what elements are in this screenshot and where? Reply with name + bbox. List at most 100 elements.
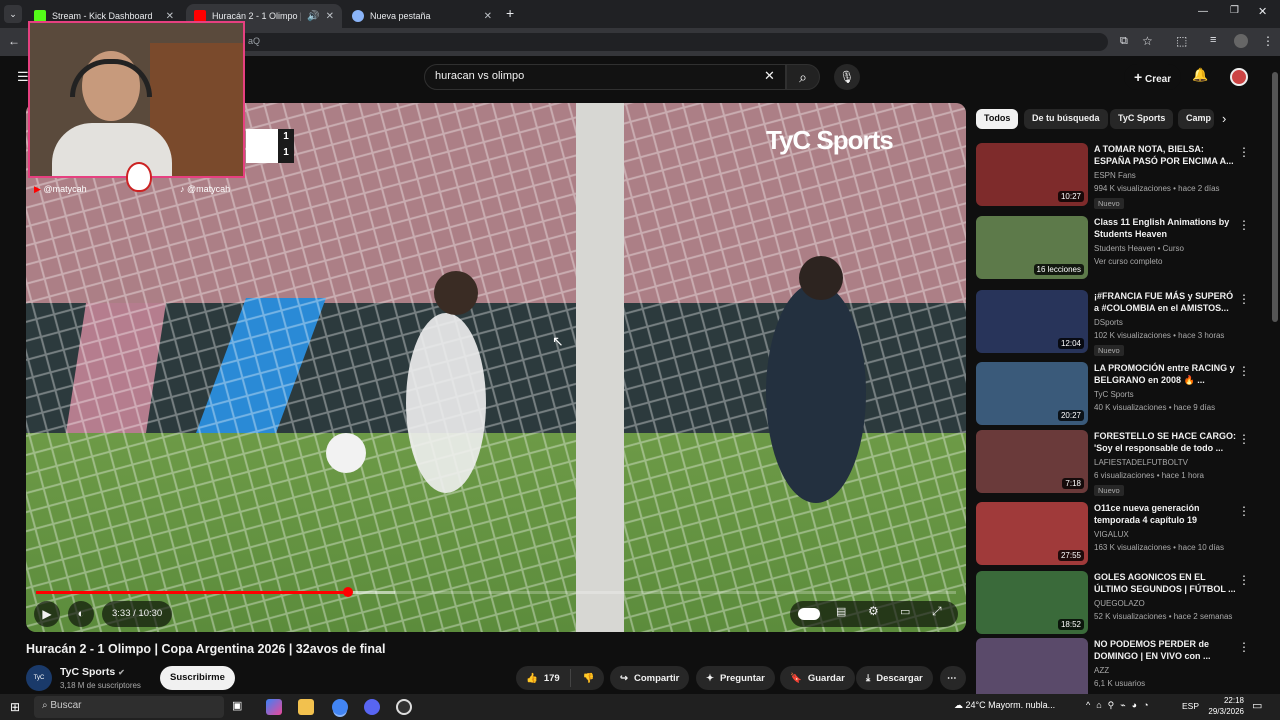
chip-todos[interactable]: Todos [976,109,1019,129]
video-thumbnail[interactable]: 7:18 [976,430,1088,493]
recommendation-channel[interactable]: TyC Sports [1094,390,1134,399]
volume-button[interactable]: ◐ [68,601,94,627]
back-icon[interactable]: ← [8,34,20,48]
search-input[interactable]: huracan vs olimpo [424,64,786,90]
taskbar-search-box[interactable]: ⌕ Buscar [34,696,224,718]
clear-search-icon[interactable]: ✕ [764,68,775,84]
close-icon[interactable]: ✕ [484,11,492,22]
download-button[interactable]: ⤓ Descargar [856,666,933,690]
chevron-right-icon[interactable]: › [1222,111,1226,126]
more-options-icon[interactable]: ⋮ [1238,640,1250,654]
save-button[interactable]: 🔖 Guardar [780,666,855,690]
video-thumbnail[interactable]: 12:04 [976,290,1088,353]
speaker-icon[interactable]: 🔊 [307,11,319,22]
recommendation-item[interactable]: 7:18 FORESTELLO SE HACE CARGO: 'Soy el re… [976,430,1266,496]
search-button[interactable]: ⌕ [786,64,820,90]
subscribe-button[interactable]: Suscribirme [160,666,235,690]
recommendation-title[interactable]: O11ce nueva generación temporada 4 capít… [1094,502,1239,526]
copilot-icon[interactable] [266,699,282,715]
new-tab-button[interactable]: + [506,5,514,21]
progress-track[interactable] [36,587,956,597]
chrome-menu-icon[interactable]: ⋮ [1262,34,1274,48]
subtitles-icon[interactable]: ▤ [836,605,846,618]
video-thumbnail[interactable]: 16 lecciones [976,216,1088,279]
recommendation-channel[interactable]: DSports [1094,318,1123,327]
notification-center-icon[interactable]: ▭ [1252,699,1262,712]
recommendation-title[interactable]: A TOMAR NOTA, BIELSA: ESPAÑA PASÓ POR EN… [1094,143,1239,167]
star-icon[interactable]: ☆ [1142,34,1153,48]
extensions-icon[interactable]: ⬚ [1176,34,1187,48]
channel-avatar[interactable]: TyC [26,665,52,691]
page-scrollbar[interactable] [1272,72,1278,322]
weather-widget[interactable]: ☁ 24°C Mayorm. nubla... [954,700,1055,711]
recommendation-channel[interactable]: ESPN Fans [1094,171,1136,180]
video-thumbnail[interactable]: 10:27 [976,143,1088,206]
dislike-button[interactable]: 👎 [577,673,601,684]
close-icon[interactable]: ✕ [166,11,174,22]
recommendation-title[interactable]: NO PODEMOS PERDER de DOMINGO | EN VIVO c… [1094,638,1239,662]
create-button[interactable]: + Crear [1124,64,1182,90]
recommendation-item[interactable]: 12:04 ¡#FRANCIA FUE MÁS y SUPERÓ a #COLOM… [976,290,1266,356]
channel-name[interactable]: TyC Sports ✔ [60,666,125,678]
language-indicator[interactable]: ESP [1182,701,1199,711]
recommendation-title[interactable]: GOLES AGONICOS EN EL ÚLTIMO SEGUNDOS | F… [1094,571,1239,595]
miniplayer-icon[interactable]: ▭ [900,605,910,618]
fullscreen-icon[interactable]: ⤢ [932,604,942,619]
clock[interactable]: 22:18 29/3/2026 [1204,695,1244,717]
discord-icon[interactable] [364,699,380,715]
settings-gear-icon[interactable]: ⚙ [868,604,879,618]
more-options-icon[interactable]: ⋮ [1238,432,1250,446]
ask-button[interactable]: ✦ Preguntar [696,666,775,690]
more-options-icon[interactable]: ⋮ [1238,218,1250,232]
recommendation-title[interactable]: ¡#FRANCIA FUE MÁS y SUPERÓ a #COLOMBIA e… [1094,290,1239,314]
chrome-taskbar-icon[interactable] [332,699,348,715]
voice-search-button[interactable]: 🎙 [834,64,860,90]
file-explorer-icon[interactable] [298,699,314,715]
profile-avatar[interactable] [1234,34,1248,48]
maximize-icon[interactable]: ❐ [1230,5,1239,16]
obs-icon[interactable] [396,699,412,715]
more-options-icon[interactable]: ⋮ [1238,364,1250,378]
recommendation-title[interactable]: FORESTELLO SE HACE CARGO: 'Soy el respon… [1094,430,1239,454]
more-options-icon[interactable]: ⋮ [1238,292,1250,306]
video-thumbnail[interactable]: 18:52 [976,571,1088,634]
chip-tyc-sports[interactable]: TyC Sports [1110,109,1174,129]
recommendation-channel[interactable]: AZZ [1094,666,1109,675]
account-avatar[interactable] [1230,68,1248,86]
chip-de-tu-busqueda[interactable]: De tu búsqueda [1024,109,1108,129]
chip-camp[interactable]: Camp [1178,109,1214,129]
tab-search-button[interactable]: ⌄ [4,5,22,23]
recommendation-item[interactable]: 16 lecciones Class 11 English Animations … [976,216,1266,282]
cast-icon[interactable]: ⧉ [1120,35,1128,48]
recommendation-channel[interactable]: Students Heaven • Curso [1094,244,1184,253]
video-thumbnail[interactable]: 27:55 [976,502,1088,565]
tab-new[interactable]: Nueva pestaña ✕ [344,4,500,28]
reading-list-icon[interactable]: ≡ [1210,34,1216,46]
recommendation-item[interactable]: 27:55 O11ce nueva generación temporada 4 … [976,502,1266,568]
recommendation-channel[interactable]: LAFIESTADELFUTBOLTV [1094,458,1188,467]
recommendation-item[interactable]: 10:27 A TOMAR NOTA, BIELSA: ESPAÑA PASÓ P… [976,143,1266,209]
more-options-icon[interactable]: ⋮ [1238,145,1250,159]
recommendation-title[interactable]: Class 11 English Animations by Students … [1094,216,1239,240]
recommendation-item[interactable]: 18:52 GOLES AGONICOS EN EL ÚLTIMO SEGUNDO… [976,571,1266,637]
more-options-icon[interactable]: ⋮ [1238,504,1250,518]
video-player[interactable]: 1 1 TyC Sports ▶ ◐ 3:33 / 10:30 ▤ ⚙ ▭ ⤢ … [26,103,966,632]
video-thumbnail[interactable]: 20:27 [976,362,1088,425]
video-thumbnail[interactable] [976,638,1088,701]
task-view-icon[interactable]: ▣ [232,699,248,715]
recommendation-channel[interactable]: QUEGOLAZO [1094,599,1145,608]
system-tray-icons[interactable]: ^⌂⚲⌁◕◔ [1086,700,1155,711]
more-actions-button[interactable]: ⋯ [940,666,966,690]
share-button[interactable]: ↪ Compartir [610,666,690,690]
like-button[interactable]: 👍 179 [516,669,571,687]
recommendation-title[interactable]: LA PROMOCIÓN entre RACING y BELGRANO en … [1094,362,1239,386]
notifications-bell-icon[interactable]: 🔔 [1192,67,1208,83]
autoplay-toggle[interactable] [798,608,820,620]
windows-start-icon[interactable]: ⊞ [10,700,20,714]
play-button[interactable]: ▶ [34,601,60,627]
more-options-icon[interactable]: ⋮ [1238,573,1250,587]
recommendation-channel[interactable]: VIGALUX [1094,530,1129,539]
recommendation-item[interactable]: 20:27 LA PROMOCIÓN entre RACING y BELGRAN… [976,362,1266,428]
menu-icon[interactable]: ☰ [17,69,29,85]
close-icon[interactable]: ✕ [326,11,334,22]
